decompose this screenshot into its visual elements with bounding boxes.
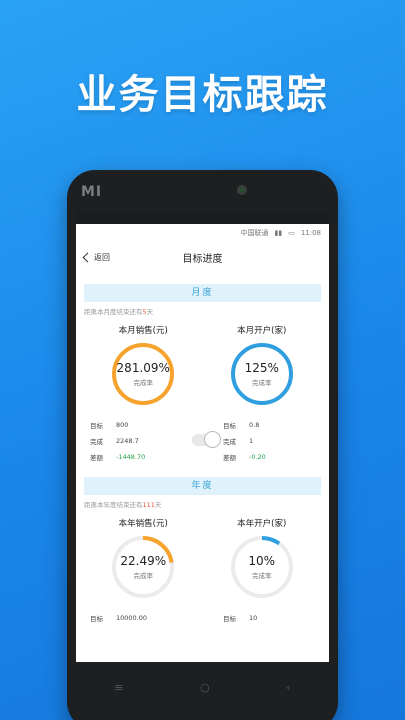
ring-value: 10% xyxy=(248,554,276,568)
ring-title: 本月销售(元) xyxy=(118,326,168,336)
view-toggle[interactable] xyxy=(192,431,222,448)
status-bar: 中国联通 ▮▮ ▭ 11:08 xyxy=(76,212,329,242)
front-camera-icon xyxy=(237,185,247,195)
progress-ring: 281.09% 完成率 xyxy=(110,341,176,407)
home-icon[interactable]: ○ xyxy=(200,681,210,694)
ring-label: 完成率 xyxy=(133,572,154,580)
progress-ring: 22.49% 完成率 xyxy=(110,534,176,600)
stat-row-done: 完成 2248.7 xyxy=(90,437,139,446)
carrier-label: 中国联通 xyxy=(240,229,269,237)
yearly-accounts-stats: 目标 10 xyxy=(223,610,313,626)
yearly-countdown: 距离本年度结束还有111天 xyxy=(76,495,329,513)
app-screen: 中国联通 ▮▮ ▭ 11:08 返回 目标进度 月度 距离本月度结束还有5天 本… xyxy=(76,212,329,662)
section-header-monthly: 月度 xyxy=(84,284,321,302)
monthly-accounts-stats: 目标 0.8 完成 1 差额 -0.20 xyxy=(223,417,313,465)
stat-row-target: 目标 10 xyxy=(223,614,258,623)
back-label: 返回 xyxy=(94,252,110,262)
toggle-knob xyxy=(204,431,221,448)
phone-frame: MI 中国联通 ▮▮ ▭ 11:08 返回 目标进度 月度 距离本月度结束还有5… xyxy=(67,170,338,720)
phone-nav-bar: ≡ ○ ‹ xyxy=(76,672,329,702)
countdown-suffix: 天 xyxy=(146,308,154,316)
monthly-stats: 目标 800 完成 2248.7 差额 -1448.70 目标 0.8 完成 1 差额 -0… xyxy=(76,407,329,465)
battery-icon: ▭ xyxy=(288,229,295,237)
stat-row-target: 目标 10000.00 xyxy=(90,614,148,623)
promo-title: 业务目标跟踪 xyxy=(76,72,329,118)
signal-icon: ▮▮ xyxy=(274,229,283,237)
ring-label: 完成率 xyxy=(252,379,272,387)
ring-title: 本月开户(家) xyxy=(237,326,287,336)
phone-brand-logo: MI xyxy=(81,184,103,200)
back-button[interactable]: 返回 xyxy=(82,252,110,263)
yearly-accounts-card[interactable]: 本年开户(家) 10% 完成率 xyxy=(207,517,317,600)
stat-row-diff: 差额 -0.20 xyxy=(223,453,266,462)
countdown-suffix: 天 xyxy=(154,501,162,509)
countdown-prefix: 距离本月度结束还有 xyxy=(84,308,143,316)
ring-value: 125% xyxy=(244,361,279,375)
section-header-yearly: 年度 xyxy=(84,477,321,495)
stat-row-diff: 差额 -1448.70 xyxy=(90,453,146,462)
ring-title: 本年开户(家) xyxy=(237,519,287,529)
menu-icon[interactable]: ≡ xyxy=(114,681,123,694)
ring-title: 本年销售(元) xyxy=(118,519,168,529)
monthly-countdown: 距离本月度结束还有5天 xyxy=(76,302,329,320)
status-time: 11:08 xyxy=(300,229,321,237)
yearly-sales-stats: 目标 10000.00 xyxy=(90,610,180,626)
page-title: 目标进度 xyxy=(182,253,223,265)
nav-bar: 返回 目标进度 xyxy=(76,242,329,272)
ring-label: 完成率 xyxy=(133,379,154,387)
monthly-rings: 本月销售(元) 281.09% 完成率 本月开户(家) 125% 完成率 xyxy=(76,320,329,407)
yearly-stats: 目标 10000.00 目标 10 xyxy=(76,600,329,626)
countdown-value: 111 xyxy=(142,501,155,509)
stat-row-target: 目标 0.8 xyxy=(223,421,260,430)
ring-value: 22.49% xyxy=(120,554,167,568)
progress-ring: 125% 完成率 xyxy=(229,341,295,407)
stat-row-target: 目标 800 xyxy=(90,421,129,430)
monthly-sales-stats: 目标 800 完成 2248.7 差额 -1448.70 xyxy=(90,417,180,465)
chevron-left-icon xyxy=(82,252,93,262)
progress-ring: 10% 完成率 xyxy=(229,534,295,600)
monthly-sales-card[interactable]: 本月销售(元) 281.09% 完成率 xyxy=(88,324,198,407)
yearly-rings: 本年销售(元) 22.49% 完成率 本年开户(家) 10% 完成率 xyxy=(76,513,329,600)
monthly-accounts-card[interactable]: 本月开户(家) 125% 完成率 xyxy=(207,324,317,407)
countdown-prefix: 距离本年度结束还有 xyxy=(84,501,143,509)
ring-label: 完成率 xyxy=(252,572,272,580)
ring-value: 281.09% xyxy=(116,361,170,375)
back-nav-icon[interactable]: ‹ xyxy=(286,681,290,694)
stat-row-done: 完成 1 xyxy=(223,437,254,446)
yearly-sales-card[interactable]: 本年销售(元) 22.49% 完成率 xyxy=(88,517,198,600)
status-bar-strip xyxy=(76,212,329,224)
